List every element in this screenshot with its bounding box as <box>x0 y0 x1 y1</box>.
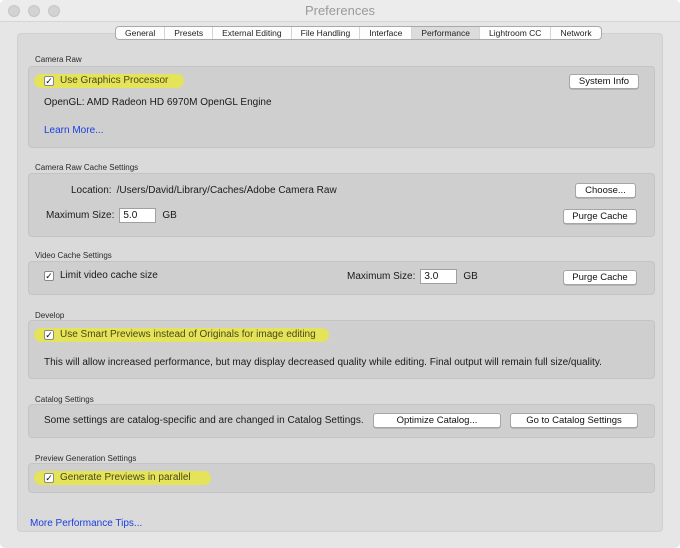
purge-video-cache-button[interactable]: Purge Cache <box>563 270 637 285</box>
limit-video-cache-checkbox[interactable]: ✓ <box>44 270 54 281</box>
use-gpu-checkbox-row[interactable]: ✓ Use Graphics Processor <box>44 75 168 86</box>
develop-section-label: Develop <box>35 311 65 320</box>
opengl-info-text: OpenGL: AMD Radeon HD 6970M OpenGL Engin… <box>44 97 272 108</box>
cache-max-size-input[interactable] <box>119 208 157 223</box>
camera-raw-group: ✓ Use Graphics Processor System Info Ope… <box>28 66 655 148</box>
optimize-catalog-button[interactable]: Optimize Catalog... <box>373 413 501 428</box>
camera-raw-section-label: Camera Raw <box>35 55 82 64</box>
use-gpu-checkbox[interactable]: ✓ <box>44 75 54 86</box>
video-cache-group: ✓ Limit video cache size Maximum Size: G… <box>28 261 655 295</box>
location-label: Location: <box>71 185 112 196</box>
smart-previews-checkbox[interactable]: ✓ <box>44 329 54 340</box>
catalog-section-label: Catalog Settings <box>35 395 94 404</box>
cache-max-size-label: Maximum Size: <box>46 210 115 221</box>
video-max-size-unit: GB <box>463 271 478 282</box>
video-max-size-input[interactable] <box>420 269 458 284</box>
use-gpu-label: Use Graphics Processor <box>60 75 169 86</box>
tab-network[interactable]: Network <box>551 27 600 39</box>
performance-panel: Camera Raw ✓ Use Graphics Processor Syst… <box>17 33 663 532</box>
preferences-tab-bar: General Presets External Editing File Ha… <box>115 26 602 40</box>
catalog-group: Some settings are catalog-specific and a… <box>28 404 655 438</box>
smart-previews-note: This will allow increased performance, b… <box>44 357 602 368</box>
preferences-window: Preferences General Presets External Edi… <box>0 0 680 548</box>
tab-file-handling[interactable]: File Handling <box>292 27 361 39</box>
go-to-catalog-settings-button[interactable]: Go to Catalog Settings <box>510 413 638 428</box>
preview-generation-section-label: Preview Generation Settings <box>35 454 137 463</box>
catalog-note: Some settings are catalog-specific and a… <box>44 415 364 426</box>
smart-previews-label: Use Smart Previews instead of Originals … <box>60 329 316 340</box>
preview-generation-group: ✓ Generate Previews in parallel <box>28 463 655 493</box>
parallel-previews-label: Generate Previews in parallel <box>60 472 191 483</box>
more-performance-tips-link[interactable]: More Performance Tips... <box>30 518 142 529</box>
camera-raw-cache-section-label: Camera Raw Cache Settings <box>35 163 139 172</box>
window-title: Preferences <box>304 3 376 18</box>
tab-interface[interactable]: Interface <box>360 27 413 39</box>
video-max-size-label: Maximum Size: <box>347 271 416 282</box>
video-cache-section-label: Video Cache Settings <box>35 251 112 260</box>
purge-camera-raw-cache-button[interactable]: Purge Cache <box>563 209 637 224</box>
tab-lightroom-cc[interactable]: Lightroom CC <box>480 27 552 39</box>
camera-raw-cache-group: Location: /Users/David/Library/Caches/Ad… <box>28 173 655 237</box>
learn-more-link[interactable]: Learn More... <box>44 125 103 136</box>
cache-max-size-unit: GB <box>162 210 177 221</box>
title-bar: Preferences <box>0 0 680 22</box>
location-path: /Users/David/Library/Caches/Adobe Camera… <box>116 185 337 196</box>
limit-video-cache-checkbox-row[interactable]: ✓ Limit video cache size <box>44 270 158 281</box>
develop-group: ✓ Use Smart Previews instead of Original… <box>28 320 655 379</box>
tab-presets[interactable]: Presets <box>165 27 214 39</box>
choose-location-button[interactable]: Choose... <box>575 183 636 198</box>
system-info-button[interactable]: System Info <box>569 74 639 89</box>
tab-general[interactable]: General <box>116 27 166 39</box>
tab-performance[interactable]: Performance <box>412 27 480 39</box>
tab-external-editing[interactable]: External Editing <box>213 27 292 39</box>
smart-previews-checkbox-row[interactable]: ✓ Use Smart Previews instead of Original… <box>44 329 316 340</box>
parallel-previews-checkbox[interactable]: ✓ <box>44 472 54 483</box>
limit-video-cache-label: Limit video cache size <box>60 270 158 281</box>
parallel-previews-checkbox-row[interactable]: ✓ Generate Previews in parallel <box>44 472 191 483</box>
